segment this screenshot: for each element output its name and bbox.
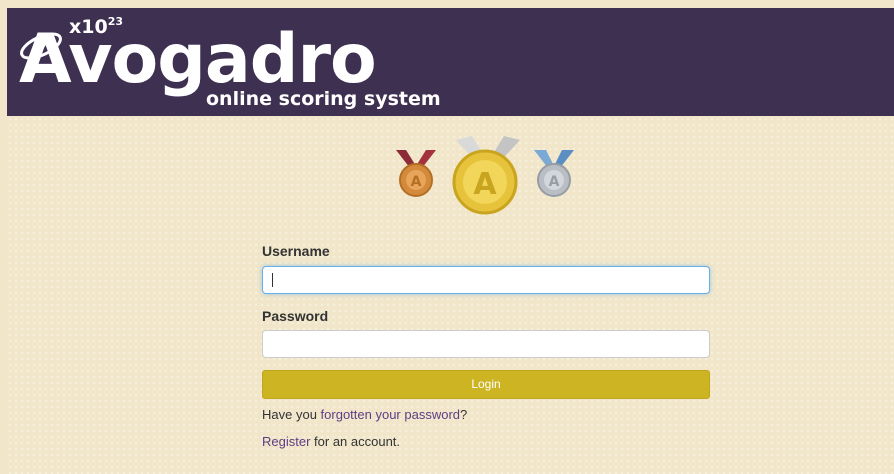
forgot-prefix: Have you	[262, 407, 321, 422]
username-label: Username	[262, 243, 330, 259]
password-input[interactable]	[262, 330, 710, 358]
register-text: Register for an account.	[262, 434, 710, 449]
register-link[interactable]: Register	[262, 434, 310, 449]
svg-text:A: A	[411, 174, 422, 190]
forgot-password-text: Have you forgotten your password?	[262, 407, 710, 422]
forgot-password-link[interactable]: forgotten your password	[321, 407, 460, 422]
svg-text:A: A	[549, 174, 560, 190]
logo-subtitle: online scoring system	[206, 88, 441, 110]
password-label: Password	[262, 308, 329, 324]
medals-graphic: A A A	[396, 136, 574, 215]
text-caret	[272, 273, 273, 287]
silver-medal-icon: A	[534, 150, 574, 197]
bronze-medal-icon: A	[396, 150, 436, 197]
username-input[interactable]	[262, 266, 710, 294]
gold-medal-icon: A	[452, 136, 520, 215]
login-button[interactable]: Login	[262, 370, 710, 399]
login-form: Username Password Login Have you forgott…	[262, 243, 710, 449]
site-header: x1023 Avogadro online scoring system	[7, 8, 894, 116]
svg-text:A: A	[473, 167, 497, 202]
username-field-wrap	[262, 266, 710, 294]
logo-title: Avogadro	[19, 20, 377, 99]
avogadro-logo[interactable]: x1023 Avogadro online scoring system	[19, 16, 441, 114]
forgot-suffix: ?	[460, 407, 468, 422]
register-suffix: for an account.	[310, 434, 401, 449]
